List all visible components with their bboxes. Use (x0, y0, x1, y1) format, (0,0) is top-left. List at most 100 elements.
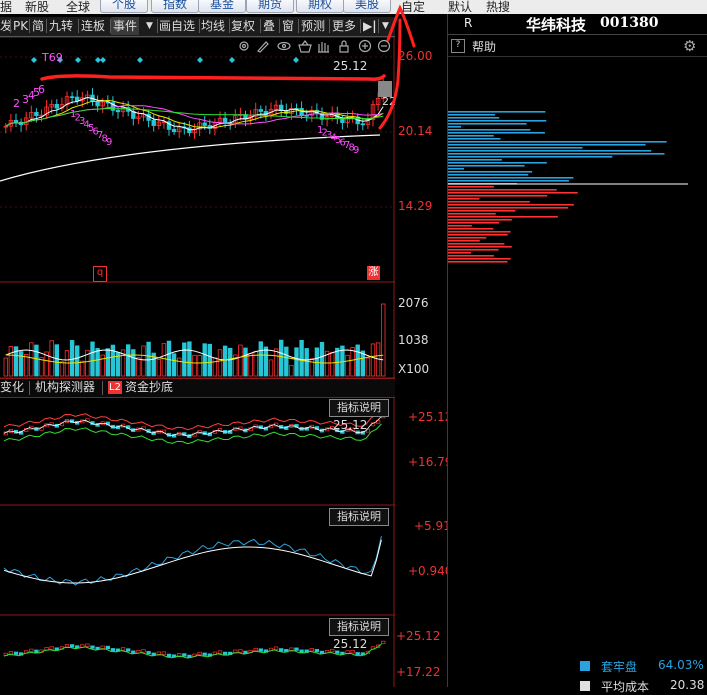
volume-bar (126, 344, 131, 377)
volume-bar (345, 354, 350, 377)
ind1-bottom-label: +16.79 (408, 455, 453, 469)
candle-body (115, 109, 121, 113)
volume-bar (156, 359, 161, 377)
indicator-candle (299, 649, 304, 653)
chip-bar (448, 198, 480, 200)
toolbar-nine-turn[interactable]: 九转 (49, 17, 73, 35)
indicator-candle (120, 647, 126, 651)
menu-item-default[interactable]: 默认 (448, 0, 472, 14)
oscillator-line (3, 535, 382, 586)
toolbar-simple[interactable]: 简 (32, 17, 44, 35)
indicator-candle (238, 649, 243, 653)
indicator-candle (222, 651, 228, 655)
indicator-candle (49, 646, 54, 650)
tab-change[interactable]: 变化 (0, 379, 24, 396)
volume-bar (8, 346, 14, 377)
toolbar-forecast[interactable]: 预测 (301, 17, 325, 35)
tab-options[interactable]: 期权 (296, 0, 344, 13)
indicator-candle (146, 651, 151, 655)
event-marker (229, 57, 235, 63)
indicator-candle (29, 648, 34, 652)
indicator-candle (197, 651, 202, 656)
tab-institution-detector[interactable]: 机构探测器 (35, 379, 95, 396)
chip-bar (448, 249, 499, 251)
volume-bar (171, 353, 177, 377)
skip-end-icon[interactable]: ▶| (363, 17, 377, 35)
volume-bar (380, 303, 386, 377)
tab-fund-bottom[interactable]: 资金抄底 (125, 379, 173, 396)
volume-bar (182, 342, 187, 377)
indicator-candle (69, 644, 75, 648)
chip-bar (448, 123, 527, 125)
chip-bar (448, 231, 511, 233)
toolbar-overlay[interactable]: 叠 (263, 17, 275, 35)
help-label[interactable]: 帮助 (472, 38, 496, 55)
tab-stock[interactable]: 个股 (100, 0, 148, 13)
indicator-tabs-bar: 变化 机构探测器 L2 资金抄底 (0, 378, 395, 398)
zoom-in-icon (358, 39, 372, 53)
kline-chart[interactable]: T692 3 456123456789123456789 (0, 37, 395, 687)
menu-item-global[interactable]: 全球 (66, 0, 90, 14)
chip-distribution-panel: R 华纬科技 001380 ? 帮助 ⚙ 套牢盘 64.03% 平均成本 20.… (447, 14, 707, 694)
volume-bar (284, 346, 289, 377)
chevron-down-icon[interactable]: ▼ (382, 17, 389, 35)
tab-us-stocks[interactable]: 美股 (343, 0, 391, 13)
marker-q[interactable]: q (93, 266, 107, 282)
volume-bar (49, 340, 54, 377)
toolbar-events[interactable]: 事件 (111, 17, 140, 35)
indicator-candle (166, 653, 172, 657)
gear-icon[interactable]: ⚙ (683, 37, 696, 55)
ind3-bottom-label: +17.22 (396, 665, 441, 679)
chevron-down-icon[interactable]: ▼ (146, 17, 153, 35)
indicator-candle (253, 647, 258, 652)
toolbar-adjust[interactable]: 复权 (231, 17, 255, 35)
volume-bar (329, 352, 335, 377)
r-label: R (464, 16, 473, 30)
sequence-label: 9 (106, 137, 112, 148)
volume-bar (309, 358, 314, 377)
toolbar-limit-up[interactable]: 连板 (81, 17, 105, 35)
toolbar-draw-watchlist[interactable]: 画自选 (159, 17, 195, 35)
candle-body (13, 119, 19, 123)
volume-unit: X100 (398, 362, 430, 376)
sequence-label: 9 (353, 145, 359, 156)
volume-bar (299, 339, 304, 377)
indicator-candle (258, 648, 263, 652)
tab-fund[interactable]: 基金 (198, 0, 246, 13)
tab-futures[interactable]: 期货 (246, 0, 294, 13)
indicator-candle (217, 650, 223, 654)
chip-bar (448, 174, 529, 176)
indicator-help-button-1[interactable]: 指标说明 (329, 399, 389, 417)
chip-bar (448, 189, 557, 191)
toolbar-ma[interactable]: 均线 (201, 17, 225, 35)
event-marker (137, 57, 143, 63)
menu-item-hot-search[interactable]: 热搜 (486, 0, 510, 14)
chip-bar (448, 153, 665, 155)
chip-bar (448, 165, 525, 167)
toolbar-pk[interactable]: PK (13, 17, 28, 35)
volume-bar (222, 345, 228, 377)
indicator-help-button-3[interactable]: 指标说明 (329, 618, 389, 636)
indicator-help-button-2[interactable]: 指标说明 (329, 508, 389, 526)
tab-index[interactable]: 指数 (151, 0, 199, 13)
chip-bar (448, 222, 500, 224)
menu-item-data[interactable]: 据 (0, 0, 12, 14)
volume-bar (187, 341, 192, 377)
chart-tools[interactable] (236, 38, 396, 54)
volume-bar (294, 347, 299, 377)
chip-bar (448, 135, 494, 137)
volume-bar (131, 349, 136, 377)
volume-bar (319, 341, 325, 377)
chip-bar (448, 168, 465, 170)
toolbar-more[interactable]: 更多 (332, 17, 356, 35)
candle-body (258, 109, 263, 112)
marker-limit-up[interactable]: 涨 (367, 266, 380, 280)
menu-item-new-stock[interactable]: 新股 (25, 0, 49, 14)
help-icon[interactable]: ? (451, 39, 465, 53)
volume-bar (355, 344, 360, 377)
toolbar-window[interactable]: 窗 (282, 17, 294, 35)
event-marker (293, 57, 299, 63)
volume-bar (3, 357, 8, 377)
chip-bar (448, 141, 667, 143)
menu-item-custom[interactable]: 自定 (401, 0, 425, 14)
